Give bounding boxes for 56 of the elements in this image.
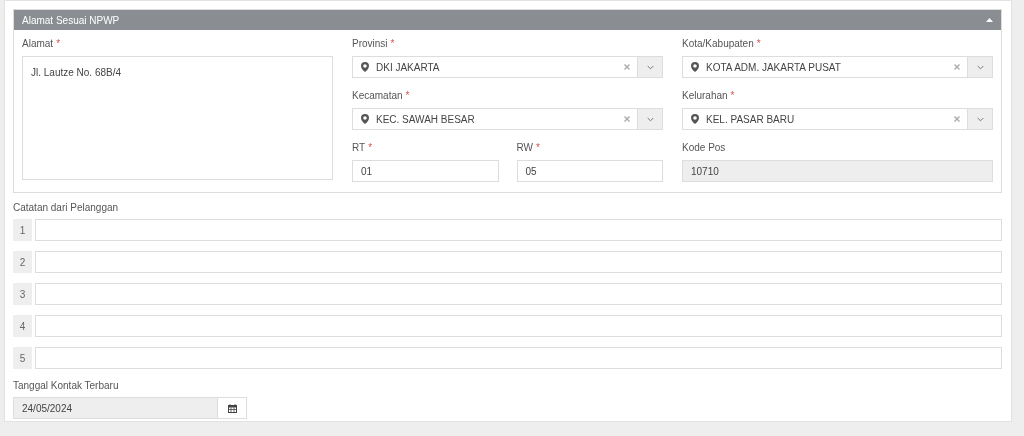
line-number: 3: [13, 283, 32, 305]
note-input-field[interactable]: [35, 347, 1002, 369]
dropdown-button[interactable]: [637, 57, 662, 77]
notes-label: Catatan dari Pelanggan: [13, 201, 120, 214]
field-label: Kota/Kabupaten: [682, 38, 754, 49]
line-number: 1: [13, 219, 32, 241]
clear-icon[interactable]: [624, 116, 630, 122]
required-mark: *: [405, 90, 410, 101]
clear-icon[interactable]: [954, 116, 960, 122]
line-number: 5: [13, 347, 32, 369]
required-mark: *: [536, 142, 540, 153]
calendar-button[interactable]: [217, 398, 246, 418]
chevron-down-icon: [646, 116, 654, 122]
caret-icon[interactable]: [986, 18, 993, 22]
select-field[interactable]: DKI JAKARTA: [352, 56, 663, 78]
map-pin-icon: [691, 62, 699, 72]
clear-icon[interactable]: [624, 64, 630, 70]
dropdown-button[interactable]: [637, 109, 662, 129]
map-pin-icon: [691, 114, 699, 124]
chevron-down-icon: [976, 64, 984, 70]
field-label: RT: [352, 142, 366, 153]
dropdown-button[interactable]: [967, 57, 992, 77]
note-input-field[interactable]: [35, 283, 1002, 305]
chevron-down-icon: [976, 116, 984, 122]
required-mark: *: [730, 90, 735, 101]
select-field[interactable]: KEC. SAWAH BESAR: [352, 108, 663, 130]
note-input-field[interactable]: [35, 219, 1002, 241]
select-field[interactable]: KOTA ADM. JAKARTA PUSAT: [682, 56, 993, 78]
line-number: 4: [13, 315, 32, 337]
line-number: 2: [13, 251, 32, 273]
select-field[interactable]: KEL. PASAR BARU: [682, 108, 993, 130]
input-field[interactable]: 05: [516, 160, 663, 182]
note-input-field[interactable]: [35, 315, 1002, 337]
calendar-icon: [227, 403, 237, 413]
field-label: Kode Pos: [682, 142, 726, 153]
field-label: Kelurahan: [682, 90, 728, 101]
clear-icon[interactable]: [954, 64, 960, 70]
required-mark: *: [390, 38, 395, 49]
required-mark: *: [756, 38, 761, 49]
field-label: RW: [516, 142, 533, 153]
note-input-field[interactable]: [35, 251, 1002, 273]
required-mark: *: [368, 142, 373, 153]
dropdown-button[interactable]: [967, 109, 992, 129]
address-textarea[interactable]: Jl. Lautze No. 68B/4: [22, 56, 333, 180]
map-pin-icon: [361, 114, 369, 124]
required-mark: *: [56, 38, 61, 49]
field-label: Alamat: [22, 38, 54, 49]
chevron-down-icon: [646, 64, 654, 70]
field-label: Provinsi: [352, 38, 388, 49]
panel-title: Alamat Sesuai NPWP: [22, 14, 121, 26]
input-field: 10710: [682, 160, 993, 182]
field-label: Kecamatan: [352, 90, 403, 101]
date-field[interactable]: 24/05/2024: [13, 397, 247, 419]
date-label: Tanggal Kontak Terbaru: [13, 379, 120, 392]
input-field[interactable]: 01: [352, 160, 499, 182]
map-pin-icon: [361, 62, 369, 72]
